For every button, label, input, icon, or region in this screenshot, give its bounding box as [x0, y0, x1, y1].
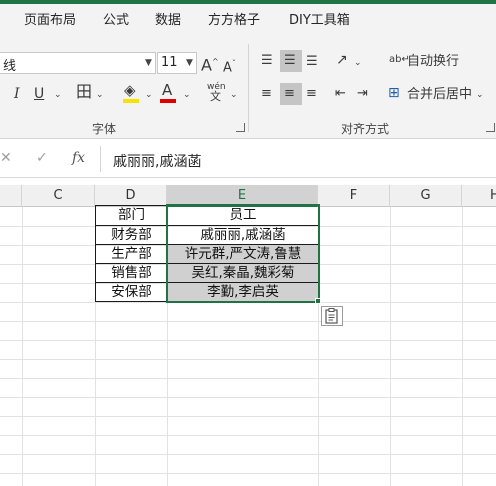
col-line: [390, 207, 391, 486]
column-header-partial[interactable]: [0, 185, 22, 207]
chevron-down-icon[interactable]: ⌄: [145, 90, 153, 100]
tab-fangfang[interactable]: 方方格子: [208, 4, 260, 38]
right-align-icon[interactable]: ≡: [306, 86, 317, 102]
left-align-icon[interactable]: ≡: [261, 86, 272, 102]
wrap-text-button[interactable]: 自动换行: [407, 54, 459, 70]
paste-options-button[interactable]: [321, 306, 343, 326]
shrink-font-button[interactable]: Aˇ: [223, 56, 236, 76]
ribbon-home: 线 ▼ 11 ▼ A^ Aˇ I U ⌄ 田 ⌄ ◈ ⌄ A ⌄ wén 文 ⌄ …: [0, 38, 496, 139]
underline-button[interactable]: U: [34, 86, 44, 102]
col-line: [462, 207, 463, 486]
cell-staff-3[interactable]: 吴红,秦晶,魏彩菊: [167, 263, 319, 283]
row-line: [0, 416, 496, 417]
chevron-down-icon[interactable]: ⌄: [476, 90, 484, 100]
increase-indent-icon[interactable]: ⇥: [357, 86, 368, 102]
grow-font-button[interactable]: A^: [201, 54, 219, 73]
bottom-align-icon[interactable]: ☰: [306, 54, 318, 70]
formula-bar: ✕ ✓ fx 戚丽丽,戚涵菡: [0, 140, 496, 178]
row-line: [0, 340, 496, 341]
alignment-group-label: 对齐方式: [341, 122, 390, 136]
chevron-down-icon: ▼: [145, 58, 152, 68]
tab-formulas[interactable]: 公式: [103, 4, 129, 38]
row-line: [0, 359, 496, 360]
top-align-icon[interactable]: ☰: [261, 53, 273, 69]
row-line: [0, 378, 496, 379]
fill-color-swatch: [123, 99, 139, 103]
formula-value: 戚丽丽,戚涵菡: [113, 154, 202, 170]
tab-diy-toolbox[interactable]: DIY工具箱: [289, 4, 350, 38]
row-line: [0, 302, 496, 303]
font-size-select[interactable]: 11 ▼: [157, 52, 197, 74]
alignment-dialog-launcher[interactable]: [486, 123, 495, 132]
cell-dept-2[interactable]: 生产部: [95, 244, 168, 264]
cell-dept-3[interactable]: 销售部: [95, 263, 168, 283]
cell-staff-1[interactable]: 戚丽丽,戚涵菡: [167, 225, 319, 245]
column-header-g[interactable]: G: [390, 185, 462, 207]
chevron-down-icon[interactable]: ⌄: [183, 90, 191, 100]
middle-align-icon[interactable]: ☰: [284, 53, 296, 69]
column-header-e[interactable]: E: [167, 185, 318, 207]
cell-dept-4[interactable]: 安保部: [95, 282, 168, 302]
sheet-grid[interactable]: 部门 员工 财务部 戚丽丽,戚涵菡 生产部 许元群,严文涛,鲁慧 销售部 吴红,…: [0, 204, 496, 486]
merge-center-button[interactable]: 合并后居中: [407, 87, 472, 103]
font-color-swatch: [160, 99, 176, 103]
row-line: [0, 454, 496, 455]
tab-data[interactable]: 数据: [155, 4, 181, 38]
center-align-icon[interactable]: ≡: [284, 86, 295, 102]
cancel-icon[interactable]: ✕: [0, 150, 12, 166]
cell-header-dept[interactable]: 部门: [95, 205, 168, 226]
row-line: [0, 473, 496, 474]
row-line: [0, 435, 496, 436]
ribbon-tabs: 页面布局 公式 数据 方方格子 DIY工具箱: [0, 4, 496, 38]
formula-input[interactable]: 戚丽丽,戚涵菡: [100, 146, 496, 172]
font-color-icon[interactable]: A: [162, 82, 172, 98]
group-separator: [248, 44, 249, 132]
col-line: [22, 207, 23, 486]
orientation-icon[interactable]: ↗: [336, 52, 348, 68]
fill-handle[interactable]: [315, 298, 321, 304]
chevron-down-icon: ▼: [186, 58, 193, 68]
chevron-down-icon[interactable]: ⌄: [54, 90, 62, 100]
fill-color-icon[interactable]: ◈: [124, 82, 136, 98]
merge-center-icon: ⊞: [388, 85, 400, 101]
borders-icon[interactable]: 田: [76, 84, 92, 100]
row-line: [0, 397, 496, 398]
row-line: [0, 321, 496, 322]
font-size-value: 11: [161, 55, 178, 70]
phonetic-guide-icon[interactable]: wén 文: [207, 82, 226, 103]
decrease-indent-icon[interactable]: ⇤: [335, 86, 346, 102]
clipboard-icon: [325, 308, 338, 324]
enter-icon[interactable]: ✓: [36, 150, 48, 166]
column-header-h[interactable]: H: [462, 185, 496, 207]
column-headers: C D E F G H: [0, 185, 496, 207]
cell-dept-1[interactable]: 财务部: [95, 225, 168, 245]
chevron-down-icon[interactable]: ⌄: [230, 90, 238, 100]
font-group-label: 字体: [92, 122, 117, 136]
cell-staff-2[interactable]: 许元群,严文涛,鲁慧: [167, 244, 319, 264]
italic-button[interactable]: I: [14, 86, 20, 102]
cell-header-staff[interactable]: 员工: [167, 205, 319, 226]
font-name-value: 线: [3, 59, 17, 74]
cell-staff-4[interactable]: 李勤,李启英: [167, 282, 319, 302]
font-dialog-launcher[interactable]: [236, 123, 245, 132]
column-header-c[interactable]: C: [22, 185, 95, 207]
tab-page-layout[interactable]: 页面布局: [24, 4, 76, 38]
font-name-select[interactable]: 线 ▼: [0, 52, 156, 74]
chevron-down-icon[interactable]: ⌄: [96, 90, 104, 100]
column-header-f[interactable]: F: [318, 185, 390, 207]
insert-function-icon[interactable]: fx: [72, 150, 85, 166]
chevron-down-icon[interactable]: ⌄: [354, 58, 362, 68]
column-header-d[interactable]: D: [95, 185, 167, 207]
